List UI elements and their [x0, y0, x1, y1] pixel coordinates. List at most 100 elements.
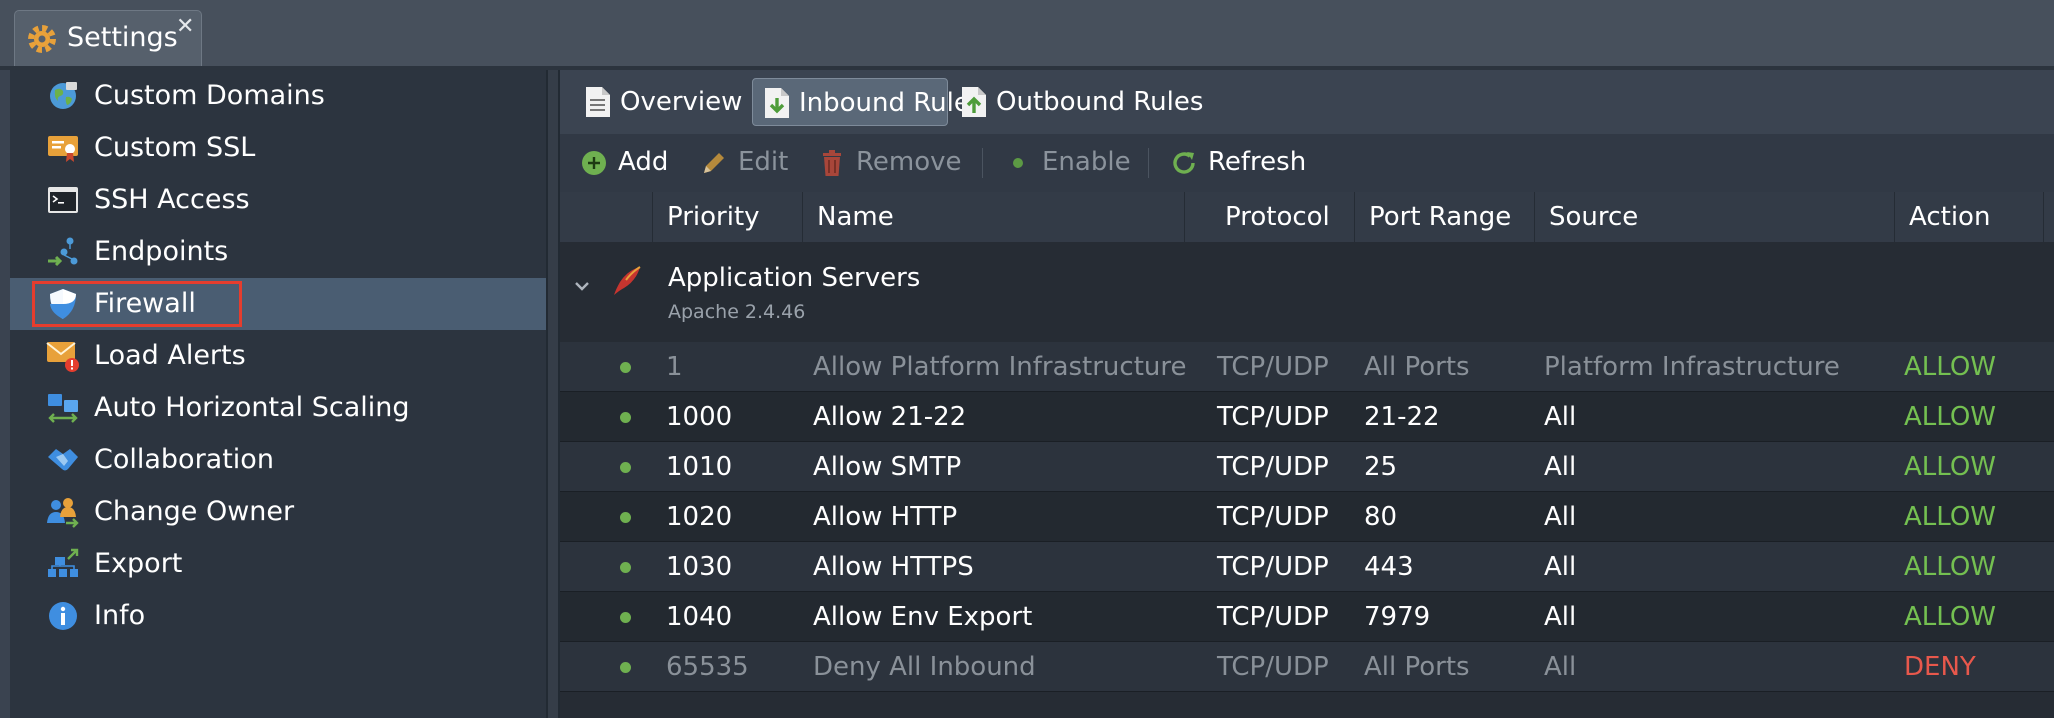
- table-empty-area: [560, 692, 2054, 718]
- cell-protocol: TCP/UDP: [1217, 402, 1329, 432]
- sidebar-item-endpoints[interactable]: Endpoints: [10, 226, 546, 278]
- remove-button[interactable]: Remove: [818, 146, 962, 180]
- cell-priority: 1030: [666, 552, 733, 582]
- tab-label: Outbound Rules: [996, 87, 1204, 117]
- cell-action: ALLOW: [1904, 452, 1997, 482]
- enable-button[interactable]: Enable: [1004, 146, 1144, 180]
- column-header-port-range[interactable]: Port Range: [1354, 192, 1534, 242]
- group-title: Application Servers: [668, 263, 921, 293]
- column-label: Name: [817, 202, 894, 232]
- cell-protocol: TCP/UDP: [1217, 602, 1329, 632]
- column-label: Priority: [667, 202, 760, 232]
- cell-port-range: 80: [1364, 502, 1398, 532]
- sidebar-item-label: Info: [94, 600, 146, 631]
- settings-sidebar: Custom Domains Custom SSL SSH Access End…: [10, 70, 546, 718]
- cell-source: All: [1544, 652, 1577, 682]
- firewall-panel: Overview Inbound Rules Outbound Rules Ad…: [560, 70, 2054, 718]
- sidebar-item-custom-ssl[interactable]: Custom SSL: [10, 122, 546, 174]
- sidebar-item-ssh-access[interactable]: SSH Access: [10, 174, 546, 226]
- tab-outbound-rules[interactable]: Outbound Rules: [950, 78, 1203, 126]
- sidebar-item-load-alerts[interactable]: Load Alerts: [10, 330, 546, 382]
- column-header-protocol[interactable]: Protocol: [1184, 192, 1354, 242]
- info-icon: [49, 602, 77, 630]
- cell-name: Allow HTTPS: [813, 552, 974, 582]
- sidebar-item-label: Firewall: [94, 288, 196, 319]
- column-header-action[interactable]: Action: [1894, 192, 2044, 242]
- sidebar-item-collaboration[interactable]: Collaboration: [10, 434, 546, 486]
- cell-port-range: 443: [1364, 552, 1414, 582]
- cell-priority: 1: [666, 352, 683, 382]
- table-row[interactable]: 1020 Allow HTTP TCP/UDP 80 All ALLOW: [560, 492, 2054, 542]
- table-row[interactable]: 1010 Allow SMTP TCP/UDP 25 All ALLOW: [560, 442, 2054, 492]
- sidebar-item-label: Endpoints: [94, 236, 229, 267]
- status-dot-icon: [620, 562, 631, 573]
- cell-source: Platform Infrastructure: [1544, 352, 1840, 382]
- tab-inbound-rules[interactable]: Inbound Rules: [752, 78, 983, 126]
- tab-label: Overview: [620, 87, 743, 117]
- table-row[interactable]: 1040 Allow Env Export TCP/UDP 7979 All A…: [560, 592, 2054, 642]
- sidebar-item-firewall[interactable]: Firewall: [10, 278, 546, 330]
- table-row[interactable]: 1000 Allow 21-22 TCP/UDP 21-22 All ALLOW: [560, 392, 2054, 442]
- sidebar-item-label: Change Owner: [94, 496, 295, 527]
- sidebar-item-label: Custom SSL: [94, 132, 256, 163]
- cell-protocol: TCP/UDP: [1217, 352, 1329, 382]
- refresh-label: Refresh: [1208, 147, 1307, 177]
- cell-port-range: 7979: [1364, 602, 1431, 632]
- cell-port-range: All Ports: [1364, 352, 1470, 382]
- cell-action: ALLOW: [1904, 602, 1997, 632]
- status-dot-icon: [620, 462, 631, 473]
- status-dot-icon: [620, 512, 631, 523]
- table-row[interactable]: 1030 Allow HTTPS TCP/UDP 443 All ALLOW: [560, 542, 2054, 592]
- chevron-down-icon[interactable]: [572, 276, 592, 296]
- table-row[interactable]: 1 Allow Platform Infrastructure TCP/UDP …: [560, 342, 2054, 392]
- sidebar-item-info[interactable]: Info: [10, 590, 546, 642]
- endpoints-icon: [48, 237, 78, 267]
- document-icon: [586, 87, 610, 117]
- column-label: Protocol: [1225, 202, 1330, 232]
- add-label: Add: [618, 147, 669, 177]
- close-icon[interactable]: ✕: [176, 14, 194, 39]
- settings-tab-label: Settings: [67, 22, 178, 53]
- window-tab-bar: [0, 0, 2054, 68]
- settings-tab[interactable]: Settings ✕: [14, 10, 202, 66]
- sidebar-item-label: SSH Access: [94, 184, 250, 215]
- rules-table-header: Priority Name Protocol Port Range Source…: [560, 192, 2054, 242]
- cell-source: All: [1544, 452, 1577, 482]
- column-header-source[interactable]: Source: [1534, 192, 1894, 242]
- sidebar-item-label: Collaboration: [94, 444, 274, 475]
- column-label: Source: [1549, 202, 1639, 232]
- cell-action: DENY: [1904, 652, 1976, 682]
- status-dot-icon: [620, 362, 631, 373]
- column-header-priority[interactable]: Priority: [652, 192, 794, 242]
- tab-overview[interactable]: Overview: [574, 78, 750, 126]
- sidebar-item-export[interactable]: Export: [10, 538, 546, 590]
- edit-button[interactable]: Edit: [700, 146, 790, 180]
- enable-dot-icon: [1013, 158, 1023, 168]
- sidebar-item-custom-domains[interactable]: Custom Domains: [10, 70, 546, 122]
- toolbar-separator: [982, 148, 983, 178]
- scaling-icon: [48, 394, 78, 423]
- group-row-application-servers[interactable]: Application Servers Apache 2.4.46: [560, 242, 2054, 342]
- refresh-button[interactable]: Refresh: [1170, 146, 1310, 180]
- apache-feather-icon: [614, 266, 641, 295]
- handshake-icon: [48, 449, 78, 471]
- cell-source: All: [1544, 402, 1577, 432]
- panel-splitter[interactable]: [546, 70, 560, 718]
- sidebar-item-auto-horizontal-scaling[interactable]: Auto Horizontal Scaling: [10, 382, 546, 434]
- sidebar-item-label: Auto Horizontal Scaling: [94, 392, 410, 423]
- sidebar-item-change-owner[interactable]: Change Owner: [10, 486, 546, 538]
- rules-toolbar: Add Edit Remove Enable Refresh: [560, 134, 2054, 192]
- column-header-name[interactable]: Name: [802, 192, 1184, 242]
- globe-icon: [50, 82, 77, 109]
- inbound-document-icon: [765, 88, 789, 118]
- settings-gear-icon: [28, 25, 56, 53]
- shield-icon: [50, 289, 76, 319]
- cell-action: ALLOW: [1904, 552, 1997, 582]
- add-button[interactable]: Add: [580, 146, 670, 180]
- column-label: Port Range: [1369, 202, 1512, 232]
- remove-label: Remove: [856, 147, 962, 177]
- table-row[interactable]: 65535 Deny All Inbound TCP/UDP All Ports…: [560, 642, 2054, 692]
- edit-label: Edit: [738, 147, 789, 177]
- trash-icon: [823, 150, 841, 176]
- enable-label: Enable: [1042, 147, 1131, 177]
